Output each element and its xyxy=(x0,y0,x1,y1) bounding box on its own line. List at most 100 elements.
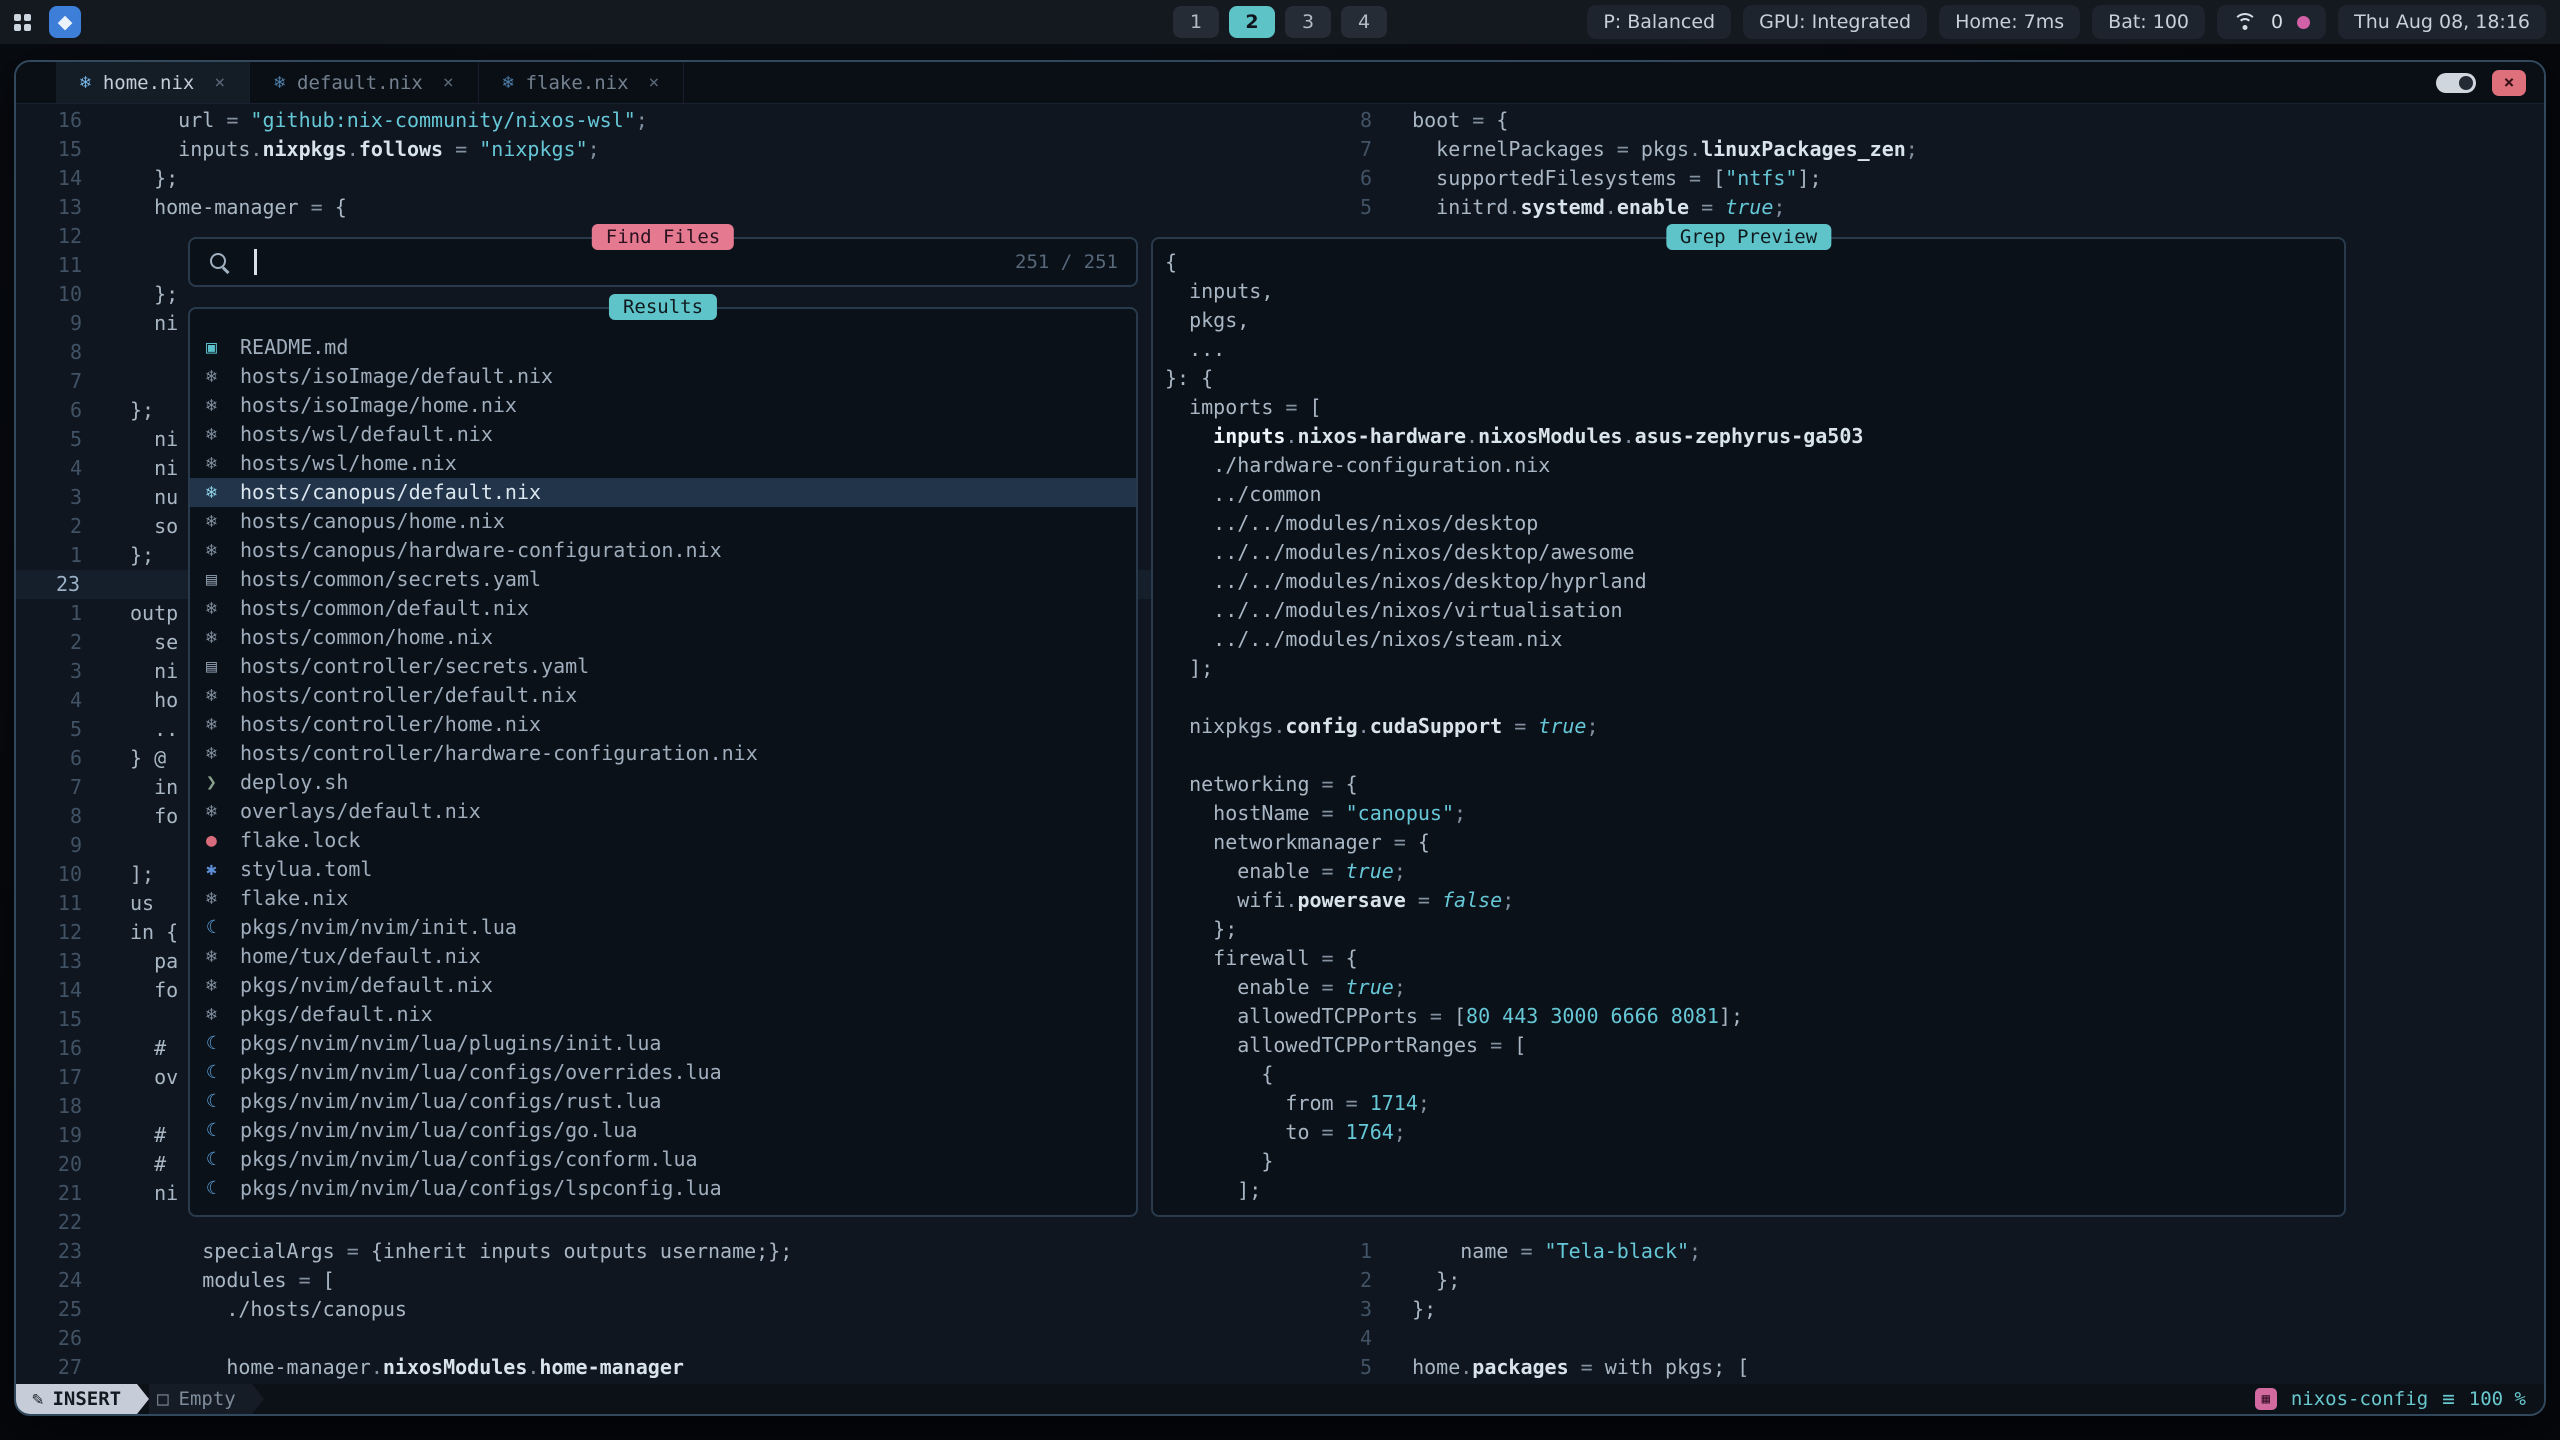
toml-file-icon: ✱ xyxy=(206,855,240,884)
nix-file-icon: ❄ xyxy=(206,594,240,623)
result-filename: pkgs/nvim/nvim/lua/configs/go.lua xyxy=(240,1116,637,1145)
finder-result-item[interactable]: ☾pkgs/nvim/nvim/lua/plugins/init.lua xyxy=(190,1029,1136,1058)
lua-file-icon: ☾ xyxy=(206,1145,240,1174)
finder-result-item[interactable]: ❄pkgs/nvim/default.nix xyxy=(190,971,1136,1000)
tab-home.nix[interactable]: ❄home.nix× xyxy=(56,62,250,103)
yaml-file-icon: ▤ xyxy=(206,565,240,594)
line-number: 4 xyxy=(16,686,130,715)
result-filename: deploy.sh xyxy=(240,768,348,797)
finder-result-item[interactable]: ❄hosts/isoImage/default.nix xyxy=(190,362,1136,391)
finder-result-item[interactable]: ☾pkgs/nvim/nvim/init.lua xyxy=(190,913,1136,942)
line-number: 2 xyxy=(1332,1266,1388,1295)
finder-result-item[interactable]: ❯deploy.sh xyxy=(190,768,1136,797)
line-number: 1 xyxy=(16,541,130,570)
code-line: imports = [ xyxy=(1165,393,2344,422)
finder-result-item[interactable]: ☾pkgs/nvim/nvim/lua/configs/conform.lua xyxy=(190,1145,1136,1174)
line-number: 11 xyxy=(16,251,130,280)
code-line: ./hardware-configuration.nix xyxy=(1165,451,2344,480)
line-number: 5 xyxy=(16,425,130,454)
line-number: 8 xyxy=(16,338,130,367)
finder-result-item[interactable]: ❄hosts/wsl/default.nix xyxy=(190,420,1136,449)
workspace-button-1[interactable]: 1 xyxy=(1173,6,1219,38)
window-close-button[interactable]: × xyxy=(2492,70,2526,96)
finder-result-item[interactable]: ☾pkgs/nvim/nvim/lua/configs/go.lua xyxy=(190,1116,1136,1145)
result-filename: overlays/default.nix xyxy=(240,797,481,826)
finder-result-item[interactable]: ✱stylua.toml xyxy=(190,855,1136,884)
code-line: 24 modules = [ xyxy=(16,1266,1332,1295)
distro-logo-icon[interactable]: ◆ xyxy=(49,6,81,38)
code-line: allowedTCPPorts = [80 443 3000 6666 8081… xyxy=(1165,1002,2344,1031)
finder-result-item[interactable]: ❄hosts/wsl/home.nix xyxy=(190,449,1136,478)
result-filename: pkgs/nvim/nvim/init.lua xyxy=(240,913,517,942)
result-filename: pkgs/default.nix xyxy=(240,1000,433,1029)
finder-result-item[interactable]: ❄hosts/controller/hardware-configuration… xyxy=(190,739,1136,768)
code-line: } xyxy=(1165,1147,2344,1176)
workspace-button-2[interactable]: 2 xyxy=(1229,6,1275,38)
tabs: ❄home.nix×❄default.nix×❄flake.nix× xyxy=(56,62,684,103)
result-filename: hosts/controller/default.nix xyxy=(240,681,577,710)
finder-result-item[interactable]: ❄hosts/canopus/default.nix xyxy=(190,478,1136,507)
finder-result-item[interactable]: ☾pkgs/nvim/nvim/lua/configs/lspconfig.lu… xyxy=(190,1174,1136,1203)
finder-result-item[interactable]: ❄hosts/canopus/hardware-configuration.ni… xyxy=(190,536,1136,565)
line-number: 4 xyxy=(1332,1324,1388,1353)
finder-result-item[interactable]: ❄overlays/default.nix xyxy=(190,797,1136,826)
result-filename: hosts/controller/secrets.yaml xyxy=(240,652,589,681)
finder-result-item[interactable]: ❄hosts/common/home.nix xyxy=(190,623,1136,652)
mode-indicator: ✎ INSERT xyxy=(16,1384,137,1414)
tab-default.nix[interactable]: ❄default.nix× xyxy=(250,62,479,103)
result-filename: hosts/wsl/home.nix xyxy=(240,449,457,478)
finder-result-item[interactable]: ▤hosts/controller/secrets.yaml xyxy=(190,652,1136,681)
workspace-button-4[interactable]: 4 xyxy=(1341,6,1387,38)
finder-result-item[interactable]: ❄flake.nix xyxy=(190,884,1136,913)
tab-close-icon[interactable]: × xyxy=(443,72,454,93)
finder-result-item[interactable]: ❄hosts/common/default.nix xyxy=(190,594,1136,623)
finder-result-item[interactable]: ▣README.md xyxy=(190,333,1136,362)
finder-result-item[interactable]: ●flake.lock xyxy=(190,826,1136,855)
finder-result-item[interactable]: ▤hosts/common/secrets.yaml xyxy=(190,565,1136,594)
scroll-percentage: 100 % xyxy=(2469,1388,2526,1410)
line-number: 17 xyxy=(16,1063,130,1092)
finder-result-item[interactable]: ❄hosts/controller/default.nix xyxy=(190,681,1136,710)
workspace-button-3[interactable]: 3 xyxy=(1285,6,1331,38)
line-number: 12 xyxy=(16,918,130,947)
tab-close-icon[interactable]: × xyxy=(649,72,660,93)
text-cursor xyxy=(254,249,257,275)
line-number: 8 xyxy=(1332,106,1388,135)
code-line: nixpkgs.config.cudaSupport = true; xyxy=(1165,712,2344,741)
line-number: 8 xyxy=(16,802,130,831)
code-line: 7 kernelPackages = pkgs.linuxPackages_ze… xyxy=(1332,135,2544,164)
line-number: 26 xyxy=(16,1324,130,1353)
line-number: 15 xyxy=(16,1005,130,1034)
code-line: enable = true; xyxy=(1165,973,2344,1002)
result-filename: pkgs/nvim/nvim/lua/configs/lspconfig.lua xyxy=(240,1174,722,1203)
tab-flake.nix[interactable]: ❄flake.nix× xyxy=(479,62,685,103)
finder-result-item[interactable]: ❄pkgs/default.nix xyxy=(190,1000,1136,1029)
code-line: 4 xyxy=(1332,1324,2544,1353)
line-number: 2 xyxy=(16,628,130,657)
workspaces: 1234 xyxy=(1173,6,1387,38)
status-modules: P: BalancedGPU: IntegratedHome: 7msBat: … xyxy=(1587,5,2205,39)
tab-close-icon[interactable]: × xyxy=(214,72,225,93)
line-number: 6 xyxy=(16,744,130,773)
result-filename: hosts/controller/home.nix xyxy=(240,710,541,739)
status-module: Bat: 100 xyxy=(2092,5,2205,39)
finder-result-item[interactable]: ☾pkgs/nvim/nvim/lua/configs/rust.lua xyxy=(190,1087,1136,1116)
result-filename: hosts/isoImage/home.nix xyxy=(240,391,517,420)
finder-result-item[interactable]: ❄hosts/isoImage/home.nix xyxy=(190,391,1136,420)
nix-file-icon: ❄ xyxy=(206,971,240,1000)
line-number: 7 xyxy=(16,367,130,396)
app-launcher-icon[interactable] xyxy=(14,14,31,31)
finder-result-item[interactable]: ❄hosts/canopus/home.nix xyxy=(190,507,1136,536)
editor-pane-right-bottom[interactable]: 1 name = "Tela-black";2 };3 };45 home.pa… xyxy=(1332,1237,2544,1382)
line-number: 20 xyxy=(16,1150,130,1179)
finder-result-item[interactable]: ❄hosts/controller/home.nix xyxy=(190,710,1136,739)
code-line: networkmanager = { xyxy=(1165,828,2344,857)
code-line: ../../modules/nixos/steam.nix xyxy=(1165,625,2344,654)
toggle-icon[interactable] xyxy=(2436,73,2476,93)
status-module: P: Balanced xyxy=(1587,5,1731,39)
code-line: 14 }; xyxy=(16,164,1332,193)
finder-result-item[interactable]: ❄home/tux/default.nix xyxy=(190,942,1136,971)
finder-result-item[interactable]: ☾pkgs/nvim/nvim/lua/configs/overrides.lu… xyxy=(190,1058,1136,1087)
line-number: 10 xyxy=(16,860,130,889)
lines-icon: ≡ xyxy=(2442,1387,2455,1411)
